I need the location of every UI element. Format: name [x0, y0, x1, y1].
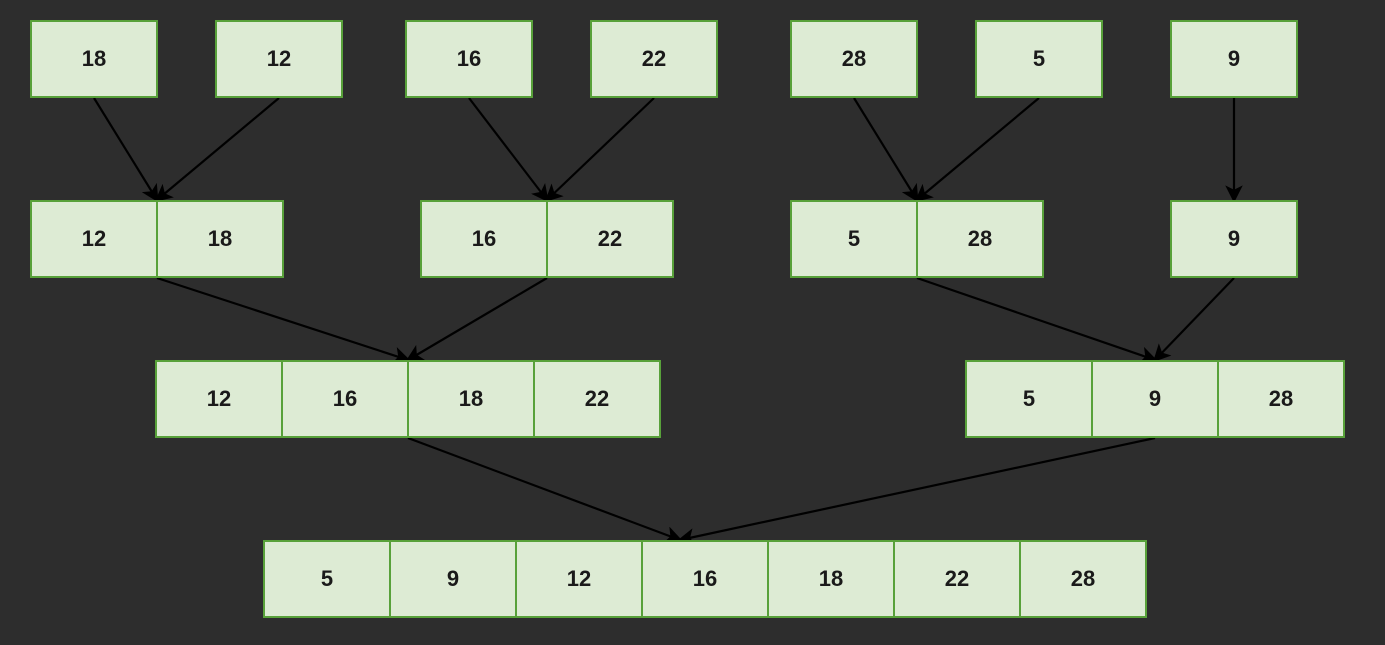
array-node: 5928	[965, 360, 1345, 438]
array-node: 9	[1170, 200, 1298, 278]
array-node: 528	[790, 200, 1044, 278]
array-cell: 18	[156, 200, 284, 278]
merge-arrow	[157, 278, 408, 360]
array-node: 1218	[30, 200, 284, 278]
array-cell: 22	[590, 20, 718, 98]
array-cell: 28	[790, 20, 918, 98]
array-cell: 18	[407, 360, 535, 438]
array-cell: 18	[767, 540, 895, 618]
array-cell: 12	[30, 200, 158, 278]
array-cell: 5	[975, 20, 1103, 98]
array-node: 18	[30, 20, 158, 98]
array-cell: 5	[790, 200, 918, 278]
array-cell: 22	[533, 360, 661, 438]
array-cell: 12	[155, 360, 283, 438]
merge-arrow	[680, 438, 1155, 540]
array-cell: 9	[1170, 20, 1298, 98]
array-cell: 5	[965, 360, 1093, 438]
merge-arrow	[1155, 278, 1234, 360]
merge-arrow	[157, 98, 279, 200]
array-cell: 9	[1091, 360, 1219, 438]
array-cell: 12	[215, 20, 343, 98]
array-cell: 22	[893, 540, 1021, 618]
array-node: 28	[790, 20, 918, 98]
array-cell: 16	[405, 20, 533, 98]
merge-arrow	[94, 98, 157, 200]
array-node: 9	[1170, 20, 1298, 98]
merge-sort-diagram: 1812162228591218162252891216182259285912…	[0, 0, 1385, 645]
array-node: 16	[405, 20, 533, 98]
array-cell: 16	[281, 360, 409, 438]
array-node: 12	[215, 20, 343, 98]
array-cell: 16	[420, 200, 548, 278]
merge-arrow	[547, 98, 654, 200]
array-cell: 9	[389, 540, 517, 618]
array-node: 591216182228	[263, 540, 1147, 618]
array-cell: 16	[641, 540, 769, 618]
merge-arrow	[408, 438, 680, 540]
array-cell: 28	[1019, 540, 1147, 618]
merge-arrow	[917, 98, 1039, 200]
array-cell: 22	[546, 200, 674, 278]
array-cell: 18	[30, 20, 158, 98]
array-node: 1622	[420, 200, 674, 278]
array-node: 22	[590, 20, 718, 98]
array-cell: 5	[263, 540, 391, 618]
array-cell: 28	[1217, 360, 1345, 438]
array-node: 12161822	[155, 360, 661, 438]
array-node: 5	[975, 20, 1103, 98]
merge-arrow	[408, 278, 547, 360]
array-cell: 9	[1170, 200, 1298, 278]
merge-arrow	[854, 98, 917, 200]
array-cell: 28	[916, 200, 1044, 278]
array-cell: 12	[515, 540, 643, 618]
merge-arrow	[917, 278, 1155, 360]
merge-arrow	[469, 98, 547, 200]
